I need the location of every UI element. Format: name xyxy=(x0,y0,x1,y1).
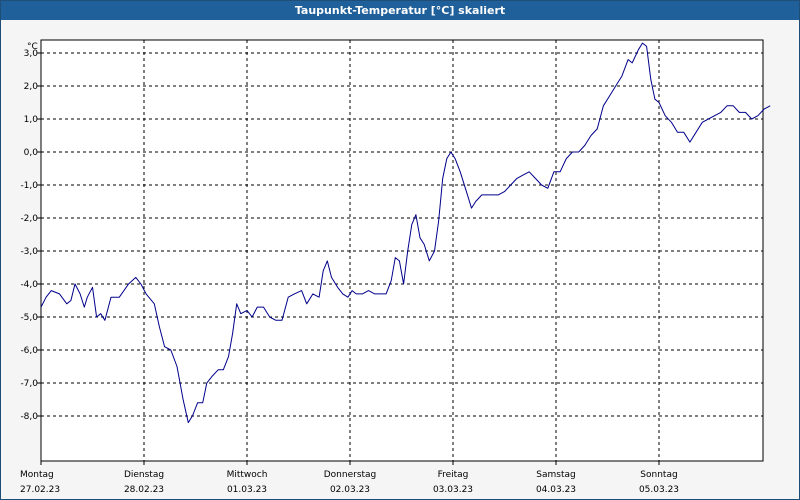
x-axis-ticks: Montag 27.02.23 Dienstag 28.02.23 Mittwoch 01… xyxy=(20,461,679,495)
y-tick-label: -1,0 xyxy=(20,181,38,191)
y-tick-label: 1,0 xyxy=(24,115,39,125)
x-tick-day-label: Mittwoch xyxy=(227,470,268,480)
x-tick-day-label: Donnerstag xyxy=(324,470,377,480)
y-tick-label: -2,0 xyxy=(20,214,38,224)
chart-window: Taupunkt-Temperatur [°C] skaliert °C 3,0… xyxy=(0,0,800,500)
dew-point-chart: °C 3,02,01,00,0-1,0-2,0-3,0-4,0-5,0-6,0-… xyxy=(20,39,771,495)
y-tick-label: 3,0 xyxy=(24,49,39,59)
x-tick-day-label: Dienstag xyxy=(124,470,164,480)
y-tick-label: -4,0 xyxy=(20,280,38,290)
x-tick-date-label: 02.03.23 xyxy=(330,485,370,495)
y-tick-label: -3,0 xyxy=(20,247,38,257)
y-tick-label: -5,0 xyxy=(20,313,38,323)
x-tick-date-label: 27.02.23 xyxy=(20,485,60,495)
x-tick-date-label: 05.03.23 xyxy=(639,485,679,495)
y-tick-label: 0,0 xyxy=(24,148,39,158)
x-tick-date-label: 03.03.23 xyxy=(433,485,473,495)
y-tick-label: -6,0 xyxy=(20,346,38,356)
y-tick-label: -8,0 xyxy=(20,412,38,422)
x-tick-day-label: Freitag xyxy=(438,470,469,480)
x-tick-day-label: Samstag xyxy=(536,470,575,480)
y-axis-ticks: 3,0 2,0 1,0 0,0 -1,0 -2,0 -3,0 -4,0 -5,0 -6,0 -7,0… xyxy=(20,49,41,422)
x-tick-date-label: 04.03.23 xyxy=(536,485,576,495)
x-tick-date-label: 28.02.23 xyxy=(124,485,164,495)
x-tick-day-label: Montag xyxy=(20,470,54,480)
x-tick-date-label: 01.03.23 xyxy=(227,485,267,495)
window-title: Taupunkt-Temperatur [°C] skaliert xyxy=(1,1,799,20)
y-tick-label: -7,0 xyxy=(20,379,38,389)
y-tick-label: 2,0 xyxy=(24,82,39,92)
x-tick-day-label: Sonntag xyxy=(640,470,677,480)
